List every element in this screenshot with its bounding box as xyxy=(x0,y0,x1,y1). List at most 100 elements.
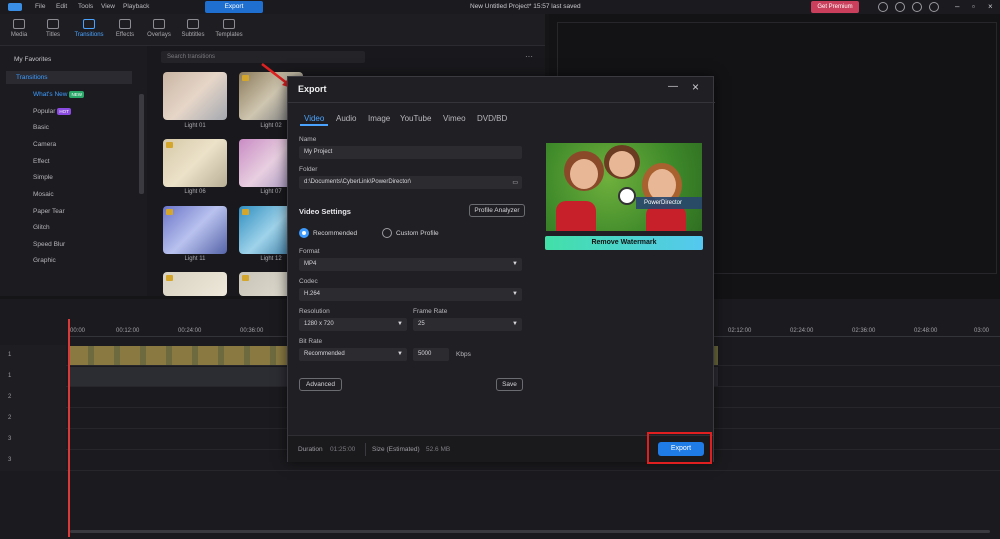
transitions-icon xyxy=(83,19,95,29)
chevron-down-icon: ▼ xyxy=(512,321,518,327)
transition-thumb[interactable] xyxy=(163,272,227,296)
tab-media[interactable]: Media xyxy=(1,19,37,38)
sidebar-item-simple[interactable]: Simple xyxy=(33,174,53,181)
minimize-icon[interactable]: – xyxy=(955,2,959,11)
folder-input[interactable]: d:\Documents\CyberLink\PowerDirector\ ▭ xyxy=(299,176,522,189)
track-number: 1 xyxy=(8,352,12,358)
room-tabs: Media Titles Transitions Effects Overlay… xyxy=(0,14,545,46)
maximize-icon[interactable]: ▫ xyxy=(972,2,975,11)
divider xyxy=(365,443,366,456)
menu-edit[interactable]: Edit xyxy=(56,3,67,10)
time-marker: 00:00 xyxy=(70,328,86,334)
transition-thumb[interactable] xyxy=(163,72,227,120)
sidebar-item-camera[interactable]: Camera xyxy=(33,141,56,148)
track-header: 3 xyxy=(0,450,66,471)
tab-overlays[interactable]: Overlays xyxy=(141,19,177,38)
tab-subtitles[interactable]: Subtitles xyxy=(175,19,211,38)
frame-rate-label: Frame Rate xyxy=(413,308,448,315)
track-header: 2 xyxy=(0,387,66,408)
time-marker: 02:48:00 xyxy=(914,328,938,334)
track-header: 1 xyxy=(0,366,66,387)
profile-analyzer-button[interactable]: Profile Analyzer xyxy=(469,204,525,217)
sidebar-item-graphic[interactable]: Graphic xyxy=(33,257,56,264)
save-button[interactable]: Save xyxy=(496,378,523,391)
notification-icon[interactable] xyxy=(912,2,922,12)
tab-image[interactable]: Image xyxy=(368,114,390,123)
top-export-button[interactable]: Export xyxy=(205,1,263,13)
frame-rate-select[interactable]: 25 ▼ xyxy=(413,318,522,331)
advanced-button[interactable]: Advanced xyxy=(299,378,342,391)
sidebar-item-label: What's New xyxy=(33,91,68,98)
bit-rate-label: Bit Rate xyxy=(299,338,323,345)
get-premium-button[interactable]: Get Premium xyxy=(811,1,859,13)
recommended-label: Recommended xyxy=(313,230,358,237)
sidebar-item-transitions[interactable]: Transitions xyxy=(6,71,132,84)
track-number: 1 xyxy=(8,373,12,379)
new-badge: NEW xyxy=(69,91,84,98)
export-preview-image: PowerDirector xyxy=(546,143,702,231)
more-options-icon[interactable]: ··· xyxy=(525,52,533,61)
sidebar-item-effect[interactable]: Effect xyxy=(33,158,50,165)
folder-icon[interactable]: ▭ xyxy=(512,179,518,186)
custom-profile-label: Custom Profile xyxy=(396,230,439,237)
dialog-minimize-icon[interactable]: — xyxy=(668,81,678,92)
sidebar-item-label: Popular xyxy=(33,108,56,115)
sidebar-item-mosaic[interactable]: Mosaic xyxy=(33,191,54,198)
codec-value: H.264 xyxy=(304,291,321,297)
dialog-close-icon[interactable]: × xyxy=(692,80,699,94)
child-face xyxy=(609,151,635,177)
name-input[interactable]: My Project xyxy=(299,146,522,159)
red-shirt xyxy=(556,201,596,231)
tab-transitions[interactable]: Transitions xyxy=(71,19,107,38)
timeline-scrollbar[interactable] xyxy=(70,530,990,533)
account-icon[interactable] xyxy=(929,2,939,12)
remove-watermark-button[interactable]: Remove Watermark xyxy=(545,236,703,250)
track-number: 3 xyxy=(8,457,12,463)
sidebar-item-glitch[interactable]: Glitch xyxy=(33,224,50,231)
transition-thumb[interactable] xyxy=(163,139,227,187)
duration-label: Duration xyxy=(298,446,323,453)
sidebar-item-whats-new[interactable]: What's New NEW xyxy=(33,91,84,98)
tab-youtube[interactable]: YouTube xyxy=(400,114,431,123)
tab-audio[interactable]: Audio xyxy=(336,114,356,123)
tab-vimeo[interactable]: Vimeo xyxy=(443,114,466,123)
custom-profile-radio[interactable] xyxy=(382,228,392,238)
tab-effects-label: Effects xyxy=(115,32,135,38)
tab-titles[interactable]: Titles xyxy=(35,19,71,38)
tab-video[interactable]: Video xyxy=(304,114,324,123)
kbps-label: Kbps xyxy=(456,351,471,358)
sidebar-item-basic[interactable]: Basic xyxy=(33,124,49,131)
close-icon[interactable]: × xyxy=(988,2,993,11)
premium-crown-icon xyxy=(166,275,173,281)
sidebar-item-paper-tear[interactable]: Paper Tear xyxy=(33,208,65,215)
menu-file[interactable]: File xyxy=(35,3,45,10)
tab-templates[interactable]: Templates xyxy=(211,19,247,38)
settings-icon[interactable] xyxy=(878,2,888,12)
track-header: 1 xyxy=(0,345,66,366)
premium-crown-icon xyxy=(242,209,249,215)
sidebar-item-popular[interactable]: Popular HOT xyxy=(33,108,71,115)
bit-rate-input[interactable]: 5000 xyxy=(413,348,449,361)
menu-playback[interactable]: Playback xyxy=(123,3,149,10)
category-sidebar: My Favorites Transitions What's New NEW P… xyxy=(0,46,147,296)
codec-label: Codec xyxy=(299,278,318,285)
playhead[interactable] xyxy=(68,319,70,537)
sidebar-item-favorites[interactable]: My Favorites xyxy=(14,56,51,63)
recommended-radio[interactable] xyxy=(299,228,309,238)
sidebar-item-speed-blur[interactable]: Speed Blur xyxy=(33,241,65,248)
time-marker: 02:36:00 xyxy=(852,328,876,334)
codec-select[interactable]: H.264 ▼ xyxy=(299,288,522,301)
format-select[interactable]: MP4 ▼ xyxy=(299,258,522,271)
transition-thumb[interactable] xyxy=(163,206,227,254)
resolution-select[interactable]: 1280 x 720 ▼ xyxy=(299,318,407,331)
tab-effects[interactable]: Effects xyxy=(107,19,143,38)
help-icon[interactable] xyxy=(895,2,905,12)
chevron-down-icon: ▼ xyxy=(397,321,403,327)
tab-dvd-bd[interactable]: DVD/BD xyxy=(477,114,507,123)
child-face xyxy=(570,159,598,189)
menu-tools[interactable]: Tools xyxy=(78,3,93,10)
menu-view[interactable]: View xyxy=(101,3,115,10)
tab-overlays-label: Overlays xyxy=(147,32,171,38)
bit-rate-select[interactable]: Recommended ▼ xyxy=(299,348,407,361)
sidebar-scrollbar[interactable] xyxy=(139,94,144,194)
